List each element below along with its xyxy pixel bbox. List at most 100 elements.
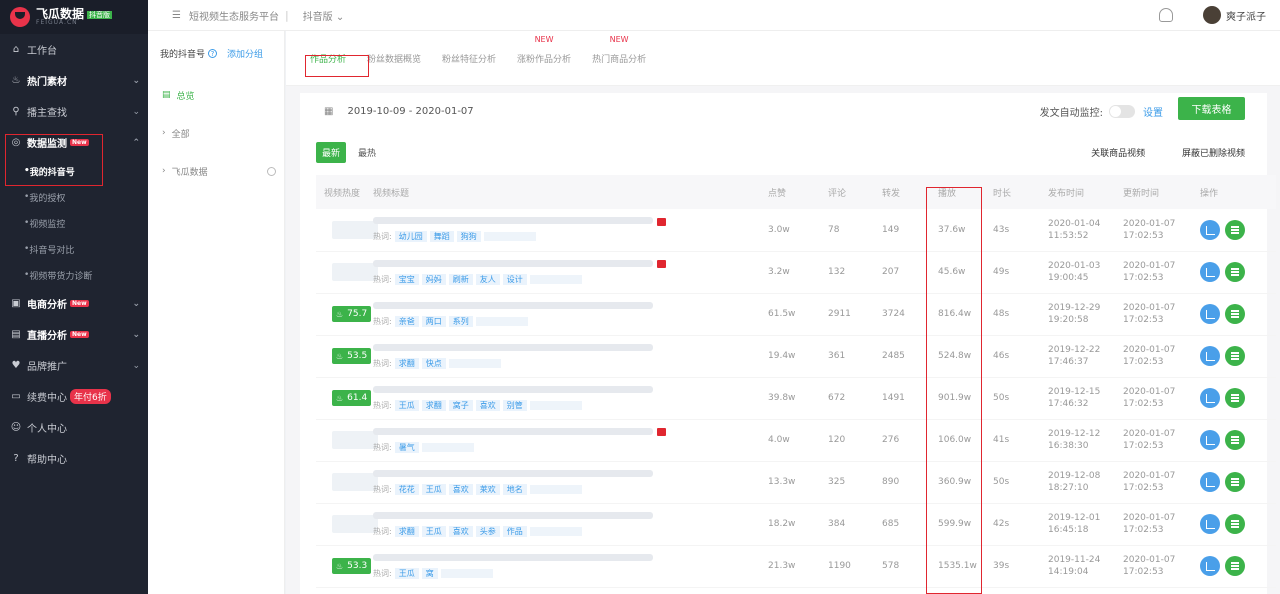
hot-word-tag[interactable]: 友人 [475, 273, 500, 285]
link-goods-videos-toggle[interactable]: 关联商品视频 [1091, 149, 1145, 159]
hot-word-tag[interactable]: 求翻 [394, 525, 419, 537]
detail-list-button[interactable] [1225, 388, 1245, 408]
hot-word-tag[interactable]: 喜欢 [448, 483, 473, 495]
hot-word-tag[interactable]: 莱欢 [475, 483, 500, 495]
table-row[interactable]: ♨75.7 热词:亲爸两口系列. 61.5w 2911 3724 816.4w … [316, 293, 1276, 336]
table-row[interactable]: 热词:花花王瓜喜欢莱欢地名. 13.3w 325 890 360.9w 50s … [316, 461, 1276, 504]
hot-word-tag[interactable]: 别管 [502, 399, 527, 411]
col-shares[interactable]: 转发 [882, 175, 938, 209]
hot-word-tag[interactable]: 求翻 [394, 357, 419, 369]
sidebar-sub-video-monitor[interactable]: • 视频监控 [0, 210, 148, 236]
add-group-link[interactable]: 添加分组 [227, 47, 263, 60]
trend-chart-button[interactable] [1200, 262, 1220, 282]
table-row[interactable]: ♨61.4 热词:王瓜求翻窝子喜欢别管. 39.8w 672 1491 901.… [316, 377, 1276, 420]
detail-list-button[interactable] [1225, 262, 1245, 282]
trend-chart-button[interactable] [1200, 514, 1220, 534]
col-comments[interactable]: 评论 [828, 175, 882, 209]
tab-hot-goods[interactable]: NEW 热门商品分析 [588, 35, 650, 65]
sidebar-item-data-monitor[interactable]: ◎ 数据监测 New ⌃ [0, 127, 148, 158]
hot-word-tag[interactable]: 王瓜 [421, 483, 446, 495]
detail-list-button[interactable] [1225, 304, 1245, 324]
video-title[interactable] [373, 343, 653, 351]
sidebar-item-brand-promo[interactable]: ♥ 品牌推广 ⌄ [0, 350, 148, 381]
video-title[interactable] [373, 259, 653, 267]
help-icon[interactable]: ? [208, 49, 218, 58]
hot-word-tag[interactable]: 窝子 [448, 399, 473, 411]
col-duration[interactable]: 时长 [993, 175, 1048, 209]
sidebar-item-find-creator[interactable]: ⚲ 播主查找 ⌄ [0, 96, 148, 127]
sidebar-item-personal[interactable]: ☺ 个人中心 [0, 412, 148, 443]
headset-icon[interactable] [1159, 8, 1173, 22]
trend-chart-button[interactable] [1200, 472, 1220, 492]
sidebar-item-workbench[interactable]: ⌂ 工作台 [0, 34, 148, 65]
hot-word-tag[interactable]: 暑气 [394, 441, 419, 453]
sidebar-item-help[interactable]: ? 帮助中心 [0, 443, 148, 474]
video-thumbnail[interactable] [332, 431, 378, 449]
hot-word-tag[interactable]: 王瓜 [394, 567, 419, 579]
detail-list-button[interactable] [1225, 556, 1245, 576]
sidebar-sub-my-account[interactable]: • 我的抖音号 [0, 158, 148, 184]
table-row[interactable]: 热词:幼儿园舞蹈狗狗. 3.0w 78 149 37.6w 43s 2020-0… [316, 209, 1276, 252]
table-row[interactable]: ♨53.5 热词:求翻快点. 19.4w 361 2485 524.8w 46s… [316, 335, 1276, 378]
hide-deleted-videos-toggle[interactable]: 屏蔽已删除视频 [1182, 149, 1245, 159]
video-title[interactable] [373, 469, 653, 477]
video-title[interactable] [373, 553, 653, 561]
table-row[interactable]: ♨53.3 热词:王瓜窝. 21.3w 1190 578 1535.1w 39s… [316, 545, 1276, 588]
trend-chart-button[interactable] [1200, 556, 1220, 576]
hot-word-tag[interactable]: 快点 [421, 357, 446, 369]
detail-list-button[interactable] [1225, 430, 1245, 450]
settings-link[interactable]: 设置 [1143, 104, 1163, 119]
detail-list-button[interactable] [1225, 514, 1245, 534]
table-row[interactable]: 热词:暑气. 4.0w 120 276 106.0w 41s 2019-12-1… [316, 419, 1276, 462]
video-thumbnail[interactable] [332, 263, 378, 281]
hot-word-tag[interactable]: 作品 [502, 525, 527, 537]
hot-word-tag[interactable]: 妈妈 [421, 273, 446, 285]
hot-word-tag[interactable]: 花花 [394, 483, 419, 495]
video-thumbnail[interactable] [332, 515, 378, 533]
user-name[interactable]: 爽子派子 [1226, 8, 1266, 23]
hot-word-tag[interactable]: 王瓜 [394, 399, 419, 411]
trend-chart-button[interactable] [1200, 219, 1220, 240]
version-select[interactable]: 抖音版 ⌄ [303, 8, 345, 23]
hot-word-tag[interactable]: 宝宝 [394, 273, 419, 285]
hot-word-tag[interactable]: 喜欢 [475, 399, 500, 411]
date-range-picker[interactable]: 2019-10-09 - 2020-01-07 [347, 106, 473, 117]
sidebar-item-ecommerce[interactable]: ▣ 电商分析 New ⌄ [0, 288, 148, 319]
col-likes[interactable]: 点赞 [768, 175, 828, 209]
trend-chart-button[interactable] [1200, 430, 1220, 450]
hot-word-tag[interactable]: 王瓜 [421, 525, 446, 537]
trend-chart-button[interactable] [1200, 304, 1220, 324]
hot-word-tag[interactable]: 喜欢 [448, 525, 473, 537]
tab-work-analysis[interactable]: 作品分析 [306, 52, 350, 65]
sidebar-sub-my-auth[interactable]: • 我的授权 [0, 184, 148, 210]
table-row[interactable]: 热词:宝宝妈妈刷新友人设计. 3.2w 132 207 45.6w 49s 20… [316, 251, 1276, 294]
account-group-feigua[interactable]: › 飞瓜数据 [148, 152, 284, 190]
tab-fan-growth-works[interactable]: NEW 涨粉作品分析 [513, 35, 575, 65]
tab-fan-overview[interactable]: 粉丝数据概览 [363, 52, 425, 65]
filter-hottest-button[interactable]: 最热 [358, 146, 376, 159]
video-title[interactable] [373, 427, 653, 435]
hot-word-tag[interactable]: 亲爸 [394, 315, 419, 327]
detail-list-button[interactable] [1225, 346, 1245, 366]
hot-word-tag[interactable]: 设计 [502, 273, 527, 285]
account-group-all[interactable]: › 全部 [148, 114, 284, 152]
video-title[interactable] [373, 511, 653, 519]
hot-word-tag[interactable]: 幼儿园 [394, 231, 427, 243]
hot-word-tag[interactable]: 头参 [475, 525, 500, 537]
col-publish-time[interactable]: 发布时间 [1048, 175, 1123, 209]
trend-chart-button[interactable] [1200, 346, 1220, 366]
video-thumbnail[interactable] [332, 473, 378, 491]
video-title[interactable] [373, 301, 653, 309]
filter-newest-button[interactable]: 最新 [316, 141, 347, 163]
hot-word-tag[interactable]: 两口 [421, 315, 446, 327]
menu-icon[interactable]: ☰ [172, 10, 181, 21]
hot-word-tag[interactable]: 窝 [421, 567, 438, 579]
sidebar-item-live[interactable]: ▤ 直播分析 New ⌄ [0, 319, 148, 350]
hot-word-tag[interactable]: 舞蹈 [429, 231, 454, 243]
col-plays[interactable]: 播放 [938, 175, 993, 209]
auto-monitor-toggle[interactable] [1109, 104, 1135, 118]
video-title[interactable] [373, 385, 653, 393]
hot-word-tag[interactable]: 地名 [502, 483, 527, 495]
hot-word-tag[interactable]: 刷新 [448, 273, 473, 285]
tab-fan-features[interactable]: 粉丝特征分析 [438, 52, 500, 65]
